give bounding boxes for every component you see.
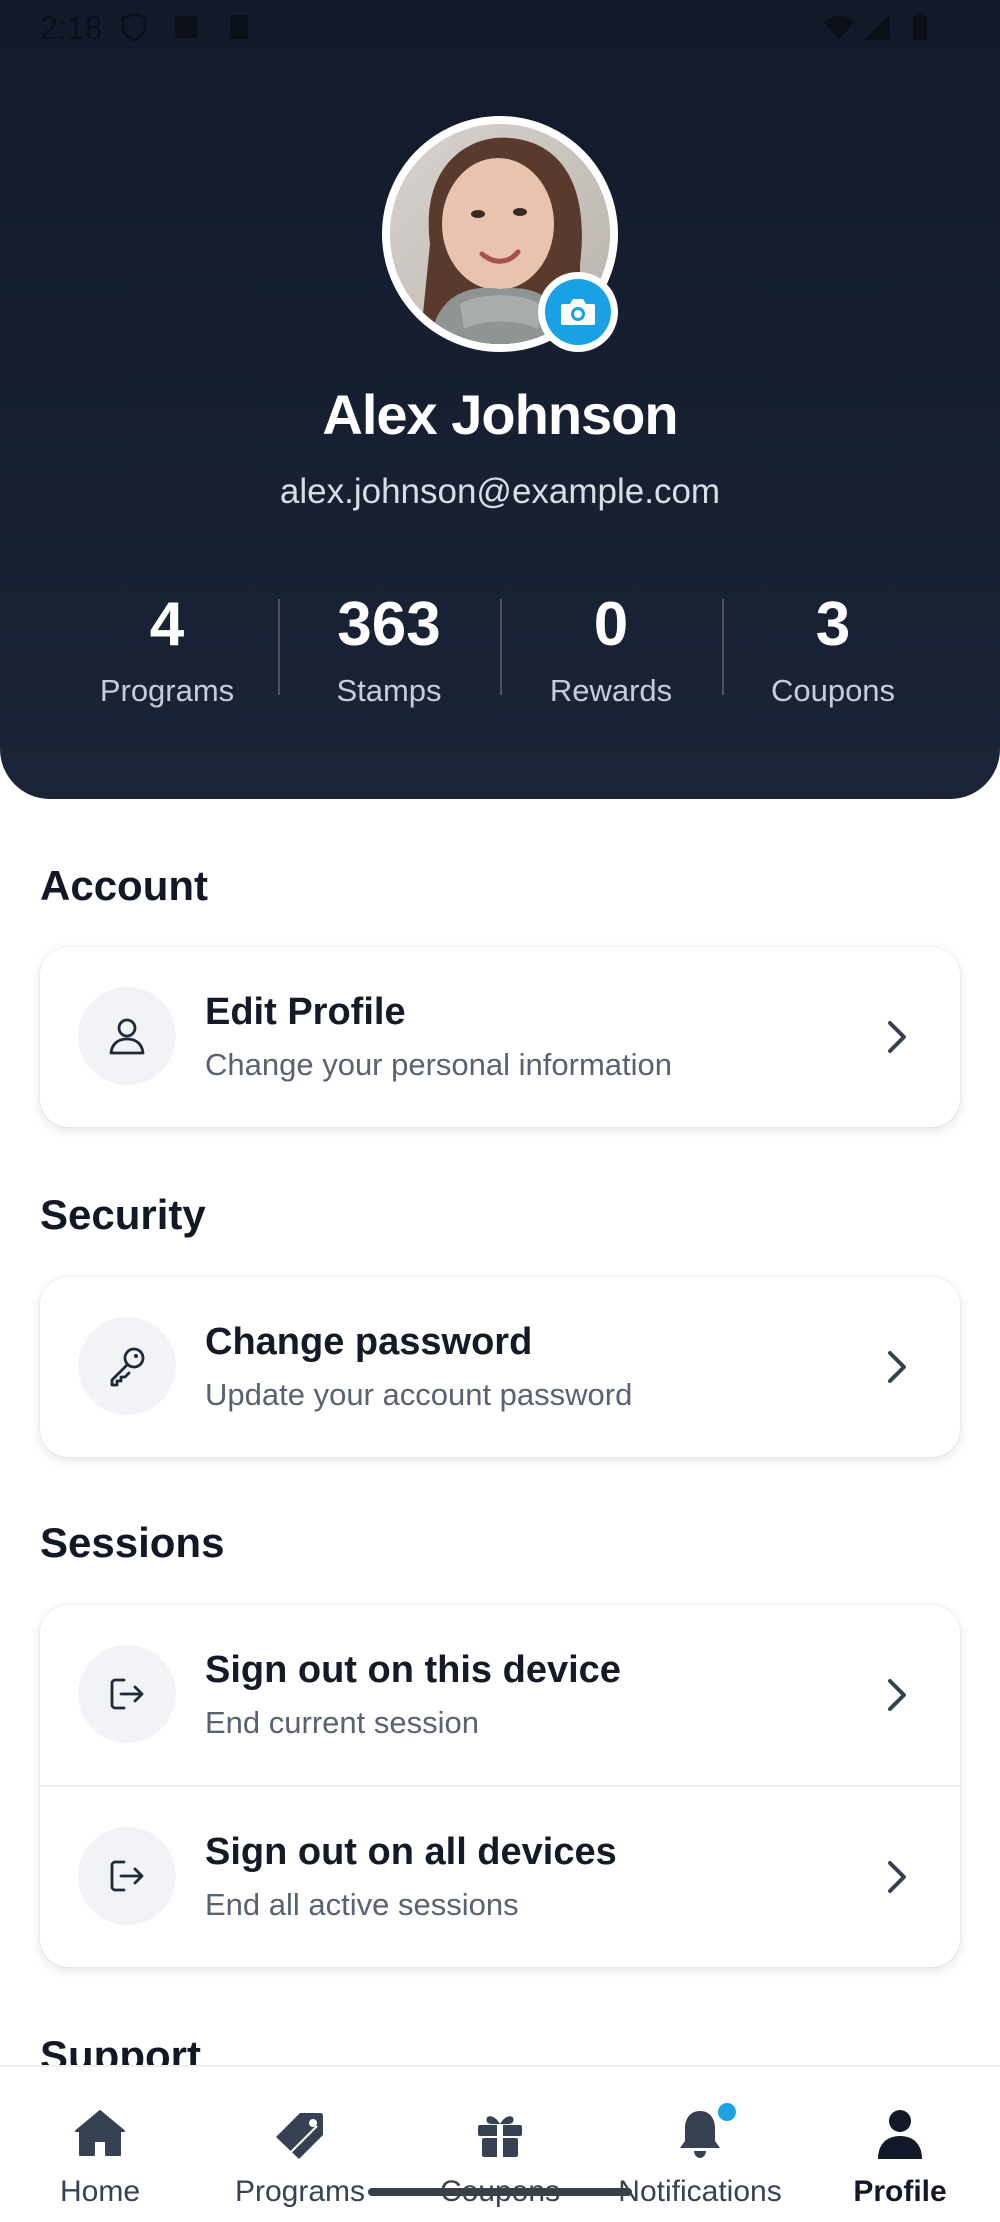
edit-profile-row[interactable]: Edit Profile Change your personal inform…: [40, 947, 960, 1127]
tag-icon: [276, 2113, 323, 2159]
nav-coupons[interactable]: Coupons: [400, 2067, 600, 2222]
logout-icon: [78, 1827, 176, 1925]
nav-profile[interactable]: Profile: [800, 2067, 1000, 2222]
security-card: Change password Update your account pass…: [40, 1277, 960, 1457]
account-card: Edit Profile Change your personal inform…: [40, 947, 960, 1127]
sign-out-device-row[interactable]: Sign out on this device End current sess…: [40, 1605, 960, 1785]
gift-icon: [478, 2116, 522, 2157]
stat-rewards: 0 Rewards: [500, 585, 722, 725]
home-icon: [75, 2110, 125, 2156]
battery-icon: [913, 13, 927, 40]
row-title: Change password: [205, 1321, 533, 1363]
section-title-security: Security: [40, 1191, 206, 1238]
row-title: Sign out on all devices: [205, 1831, 617, 1873]
section-title-sessions: Sessions: [40, 1519, 225, 1566]
nav-home[interactable]: Home: [0, 2067, 200, 2222]
sessions-card: Sign out on this device End current sess…: [40, 1605, 960, 1967]
stat-coupons: 3 Coupons: [722, 585, 944, 725]
chevron-right-icon: [888, 1351, 906, 1383]
row-subtitle: End current session: [205, 1705, 479, 1740]
profile-screen: 2:18 Alex Johnson alex.johnson@example.c…: [0, 0, 1000, 2222]
app-status-icon: [175, 16, 197, 38]
chevron-right-icon: [888, 1021, 906, 1053]
stat-stamps: 363 Stamps: [278, 585, 500, 725]
stat-programs: 4 Programs: [56, 585, 278, 725]
row-subtitle: Update your account password: [205, 1377, 633, 1412]
status-bar: 2:18: [0, 0, 1000, 58]
nav-notifications[interactable]: Notifications: [600, 2067, 800, 2222]
stat-value: 363: [337, 590, 441, 659]
nav-label: Profile: [853, 2175, 947, 2208]
change-photo-button[interactable]: [538, 272, 618, 352]
person-icon: [878, 2110, 922, 2159]
user-icon: [78, 987, 176, 1085]
sign-out-all-devices-row[interactable]: Sign out on all devices End all active s…: [40, 1785, 960, 1967]
home-indicator[interactable]: [368, 2188, 632, 2196]
sd-card-status-icon: [230, 15, 248, 39]
profile-header: 2:18 Alex Johnson alex.johnson@example.c…: [0, 0, 1000, 799]
chevron-right-icon: [888, 1679, 906, 1711]
stat-value: 3: [815, 590, 851, 659]
nav-programs[interactable]: Programs: [200, 2067, 400, 2222]
camera-icon: [545, 279, 611, 345]
logout-icon: [78, 1645, 176, 1743]
profile-email: alex.johnson@example.com: [279, 472, 721, 511]
stat-label: Rewards: [549, 673, 673, 708]
key-icon: [78, 1317, 176, 1415]
stat-label: Coupons: [770, 673, 896, 708]
bottom-nav: Home Programs Coupons: [0, 2065, 1000, 2222]
wifi-icon: [824, 16, 854, 40]
signal-icon: [864, 14, 890, 40]
row-title: Edit Profile: [205, 991, 406, 1033]
stat-value: 0: [593, 590, 629, 659]
profile-name: Alex Johnson: [322, 383, 678, 446]
chevron-right-icon: [888, 1861, 906, 1893]
profile-stats: 4 Programs 363 Stamps 0 Rewards 3 Coupon…: [56, 585, 944, 725]
change-password-row[interactable]: Change password Update your account pass…: [40, 1277, 960, 1457]
row-subtitle: End all active sessions: [205, 1887, 519, 1922]
row-title: Sign out on this device: [205, 1649, 621, 1691]
shield-status-icon: [121, 12, 147, 42]
row-subtitle: Change your personal information: [205, 1047, 672, 1082]
stat-value: 4: [149, 590, 185, 659]
status-time: 2:18: [40, 10, 103, 46]
stat-label: Stamps: [336, 673, 442, 708]
notification-badge: [718, 2103, 736, 2121]
section-title-account: Account: [40, 862, 208, 909]
nav-label: Home: [59, 2175, 141, 2208]
stat-label: Programs: [99, 673, 235, 708]
